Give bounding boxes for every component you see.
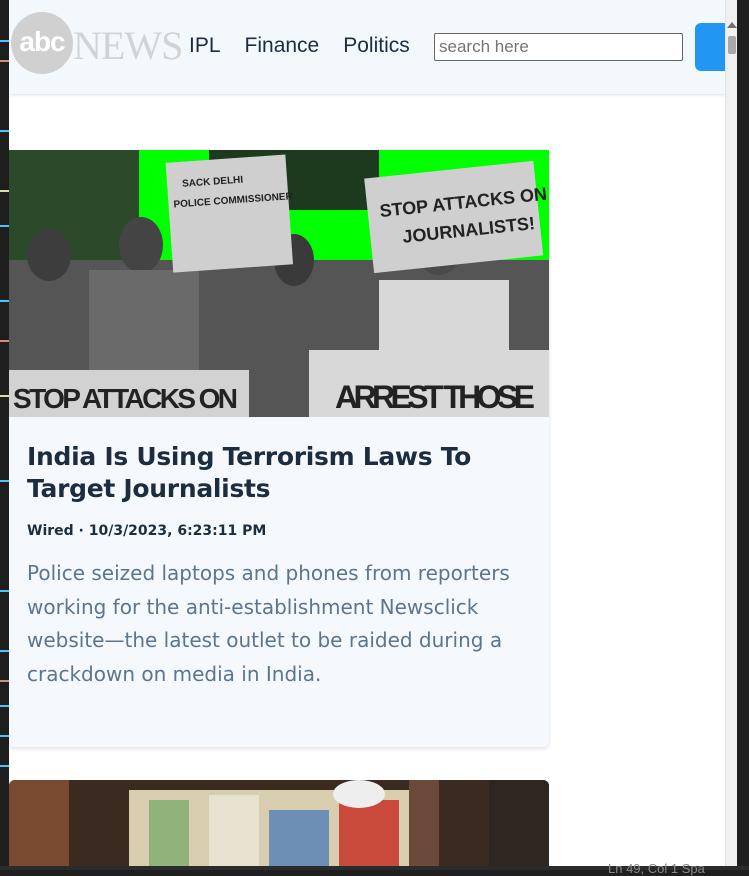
sign-arrest-those: ARREST THOSE [335, 379, 535, 415]
editor-gutter [0, 0, 9, 870]
logo-news-text: NEWS [73, 22, 182, 69]
article-image[interactable]: SACK DELHI POLICE COMMISSIONER STOP ATTA… [9, 150, 549, 417]
scrollbar-thumb[interactable] [728, 36, 736, 54]
article-body: India Is Using Terrorism Laws To Target … [9, 417, 549, 691]
article-title[interactable]: India Is Using Terrorism Laws To Target … [27, 441, 531, 505]
sign-stop-attacks-journalists: STOP ATTACKS ON JOURNALISTS! [364, 160, 549, 273]
person-1 [27, 229, 71, 281]
next-article-image[interactable] [9, 780, 549, 866]
status-bar: Ln 49, Col 1 Spa [0, 866, 749, 870]
scroll-up-arrow-icon[interactable] [727, 22, 737, 28]
vertical-scrollbar[interactable] [725, 0, 737, 866]
site-header: abc NEWS IPL Finance Politics [9, 0, 737, 94]
protest-photo: SACK DELHI POLICE COMMISSIONER STOP ATTA… [9, 150, 549, 417]
article-source-date: Wired · 10/3/2023, 6:23:11 PM [27, 523, 531, 539]
shop-photo [9, 780, 549, 866]
person-2 [119, 217, 163, 273]
logo-abc-text: abc [11, 26, 73, 58]
sign-stop-attacks-on: STOP ATTACKS ON [13, 383, 238, 414]
browser-viewport: abc NEWS IPL Finance Politics [9, 0, 737, 866]
main-nav: IPL Finance Politics [189, 34, 434, 58]
search-input[interactable] [434, 33, 683, 61]
status-bar-text: Ln 49, Col 1 Spa [608, 861, 705, 876]
nav-link-ipl[interactable]: IPL [189, 34, 221, 58]
nav-link-finance[interactable]: Finance [245, 34, 320, 58]
abc-news-logo[interactable]: abc NEWS [11, 12, 191, 76]
article-card[interactable]: SACK DELHI POLICE COMMISSIONER STOP ATTA… [9, 150, 549, 747]
article-description: Police seized laptops and phones from re… [27, 557, 531, 691]
sign-sack-police: SACK DELHI POLICE COMMISSIONER [166, 154, 299, 272]
nav-link-politics[interactable]: Politics [343, 34, 410, 58]
